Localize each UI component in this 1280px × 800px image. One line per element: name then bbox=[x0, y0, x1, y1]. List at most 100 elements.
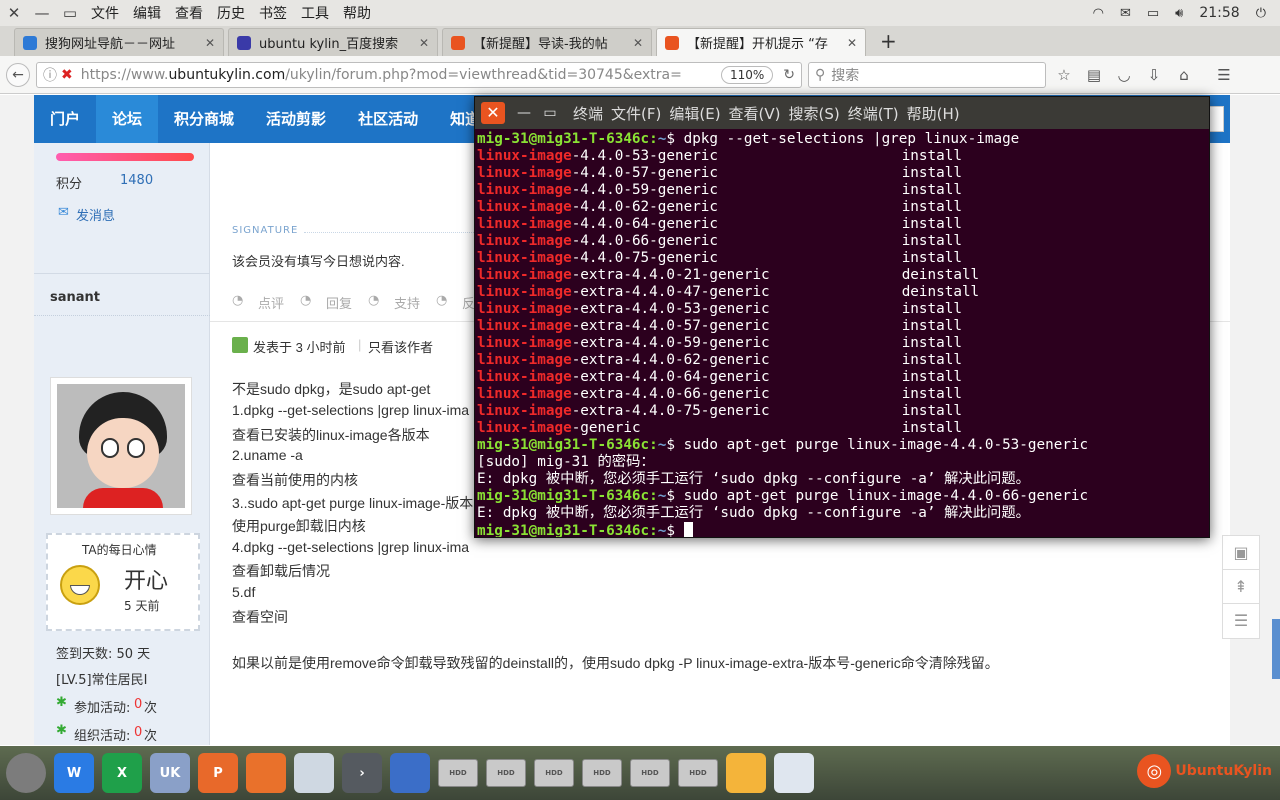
hdd-icon[interactable]: HDD bbox=[486, 759, 526, 787]
clock[interactable]: 21:58 bbox=[1199, 5, 1239, 21]
multitask-view-icon[interactable] bbox=[390, 753, 430, 793]
terminal-titlebar[interactable]: ✕ — ▭ 终端 文件(F) 编辑(E) 查看(V) 搜索(S) 终端(T) 帮助(H) bbox=[475, 97, 1209, 129]
forum-nav-item[interactable]: 论坛 bbox=[96, 95, 159, 143]
organize-activity-label: 组织活动: bbox=[74, 729, 131, 744]
tab-close-icon[interactable]: ✕ bbox=[633, 36, 643, 50]
reading-list-icon[interactable]: ▤ bbox=[1082, 66, 1106, 84]
menu-item[interactable]: 帮助 bbox=[336, 6, 378, 22]
forum-nav-item[interactable]: 积分商城 bbox=[158, 95, 250, 143]
browser-tab[interactable]: ubuntu kylin_百度搜索 ✕ bbox=[228, 28, 438, 56]
scroll-top-icon[interactable]: ⇞ bbox=[1222, 569, 1260, 605]
tab-close-icon[interactable]: ✕ bbox=[419, 36, 429, 50]
terminal-close-icon[interactable]: ✕ bbox=[481, 102, 505, 124]
hdd-icon[interactable]: HDD bbox=[438, 759, 478, 787]
battery-icon[interactable]: ▭ bbox=[1147, 6, 1159, 21]
terminal-menu-item[interactable]: 终端 bbox=[573, 105, 603, 123]
window-minimize-icon[interactable]: — bbox=[28, 4, 56, 22]
tab-close-icon[interactable]: ✕ bbox=[205, 36, 215, 50]
package-match: linux-image bbox=[477, 335, 572, 351]
files-folder-icon[interactable] bbox=[726, 753, 766, 793]
search-input[interactable]: ⚲ 搜索 bbox=[808, 61, 1046, 88]
tab-title: ubuntu kylin_百度搜索 bbox=[259, 37, 399, 52]
wps-spreadsheet-icon[interactable]: X bbox=[102, 753, 142, 793]
menu-item[interactable]: 查看 bbox=[168, 6, 210, 22]
terminal-minimize-icon[interactable]: — bbox=[513, 105, 535, 121]
terminal-output[interactable]: mig-31@mig31-T-6346c:~$ dpkg --get-selec… bbox=[475, 129, 1209, 537]
url-bar[interactable]: ⓘ ✖ https://www. ubuntukylin.com/ukylin/f… bbox=[36, 61, 802, 88]
post-action-link[interactable]: 回复 bbox=[326, 293, 352, 312]
volume-icon[interactable]: 🔊︎ bbox=[1175, 6, 1183, 21]
tab-close-icon[interactable]: ✕ bbox=[847, 36, 857, 50]
window-close-icon[interactable]: ✕ bbox=[0, 4, 28, 22]
terminal-menu-item[interactable]: 帮助(H) bbox=[907, 105, 960, 123]
command-text: sudo apt-get purge linux-image-4.4.0-53-… bbox=[674, 437, 1089, 453]
back-button[interactable]: ← bbox=[6, 62, 30, 87]
hamburger-menu-icon[interactable]: ☰ bbox=[1212, 66, 1236, 84]
ubuntu-kylin-store-icon[interactable]: UK bbox=[150, 753, 190, 793]
home-icon[interactable]: ⌂ bbox=[1172, 66, 1196, 84]
checkin-days: 签到天数: 50 天 bbox=[56, 647, 151, 662]
menu-item[interactable]: 书签 bbox=[252, 6, 294, 22]
terminal-menu-item[interactable]: 终端(T) bbox=[848, 105, 899, 123]
comment-icon[interactable]: ▣ bbox=[1222, 535, 1260, 571]
firefox-icon[interactable] bbox=[246, 753, 286, 793]
forum-nav-item[interactable]: 社区活动 bbox=[342, 95, 434, 143]
terminal-maximize-icon[interactable]: ▭ bbox=[539, 105, 561, 121]
menu-item[interactable]: 历史 bbox=[210, 6, 252, 22]
hdd-icon[interactable]: HDD bbox=[534, 759, 574, 787]
menu-item[interactable]: 编辑 bbox=[126, 6, 168, 22]
kylin-assistant-icon[interactable] bbox=[294, 753, 334, 793]
times-unit: 次 bbox=[144, 701, 158, 716]
bookmark-star-icon[interactable]: ☆ bbox=[1052, 66, 1076, 84]
terminal-menu-item[interactable]: 查看(V) bbox=[729, 105, 781, 123]
terminal-app-icon[interactable]: › bbox=[342, 753, 382, 793]
download-icon[interactable]: ⇩ bbox=[1142, 66, 1166, 84]
zoom-level[interactable]: 110% bbox=[720, 65, 774, 84]
hdd-icon[interactable]: HDD bbox=[630, 759, 670, 787]
list-icon[interactable]: ☰ bbox=[1222, 603, 1260, 639]
site-identity-icon[interactable]: ✖ bbox=[61, 67, 73, 83]
page-scrollbar[interactable] bbox=[1272, 619, 1280, 679]
menu-item[interactable]: 工具 bbox=[294, 6, 336, 22]
reload-icon[interactable]: ↻ bbox=[783, 67, 795, 83]
message-icon[interactable]: ✉ bbox=[58, 205, 69, 220]
send-message-link[interactable]: 发消息 bbox=[76, 205, 115, 224]
forum-nav-item[interactable]: 门户 bbox=[34, 95, 96, 143]
info-icon[interactable]: ⓘ bbox=[43, 65, 57, 85]
hdd-icon[interactable]: HDD bbox=[582, 759, 622, 787]
system-settings-icon[interactable] bbox=[6, 753, 46, 793]
author-username[interactable]: sanant bbox=[50, 290, 100, 305]
terminal-window[interactable]: ✕ — ▭ 终端 文件(F) 编辑(E) 查看(V) 搜索(S) 终端(T) 帮助(H) m… bbox=[474, 96, 1210, 538]
package-name-rest: -generic bbox=[571, 420, 641, 436]
wps-writer-icon[interactable]: W bbox=[54, 753, 94, 793]
post-action-link[interactable]: 点评 bbox=[258, 293, 284, 312]
package-match: linux-image bbox=[477, 233, 572, 249]
new-tab-button[interactable]: + bbox=[870, 28, 907, 56]
wifi-icon[interactable]: ◠ bbox=[1093, 6, 1104, 21]
only-author-link[interactable]: 只看该作者 bbox=[368, 337, 433, 356]
browser-tab[interactable]: 【新提醒】导读-我的帖 ✕ bbox=[442, 28, 652, 56]
terminal-menu-item[interactable]: 搜索(S) bbox=[789, 105, 840, 123]
forum-nav-item[interactable]: 活动剪影 bbox=[250, 95, 342, 143]
output-text: [sudo] mig-31 的密码： bbox=[477, 454, 655, 470]
pocket-icon[interactable]: ◡ bbox=[1112, 66, 1136, 84]
post-action-link[interactable]: 支持 bbox=[394, 293, 420, 312]
power-icon[interactable]: ⏻ bbox=[1256, 6, 1266, 21]
mood-value: 开心 bbox=[124, 569, 169, 594]
post-line: 3..sudo apt-get purge linux-image-版本 bbox=[232, 495, 474, 511]
avatar[interactable] bbox=[50, 377, 192, 515]
browser-tab[interactable]: 搜狗网址导航－－网址 ✕ bbox=[14, 28, 224, 56]
terminal-menu-item[interactable]: 编辑(E) bbox=[669, 105, 720, 123]
window-maximize-icon[interactable]: ▭ bbox=[56, 4, 84, 22]
hdd-icon[interactable]: HDD bbox=[678, 759, 718, 787]
package-status: install bbox=[901, 420, 962, 436]
tab-title: 【新提醒】导读-我的帖 bbox=[473, 37, 608, 52]
user-level[interactable]: [LV.5]常住居民I bbox=[56, 669, 147, 688]
package-status: install bbox=[901, 165, 962, 181]
mail-icon[interactable]: ✉ bbox=[1120, 6, 1131, 21]
terminal-menu-item[interactable]: 文件(F) bbox=[611, 105, 661, 123]
chromium-icon[interactable] bbox=[774, 753, 814, 793]
wps-presentation-icon[interactable]: P bbox=[198, 753, 238, 793]
browser-tab[interactable]: 【新提醒】开机提示 “存 ✕ bbox=[656, 28, 866, 56]
menu-item[interactable]: 文件 bbox=[84, 6, 126, 22]
